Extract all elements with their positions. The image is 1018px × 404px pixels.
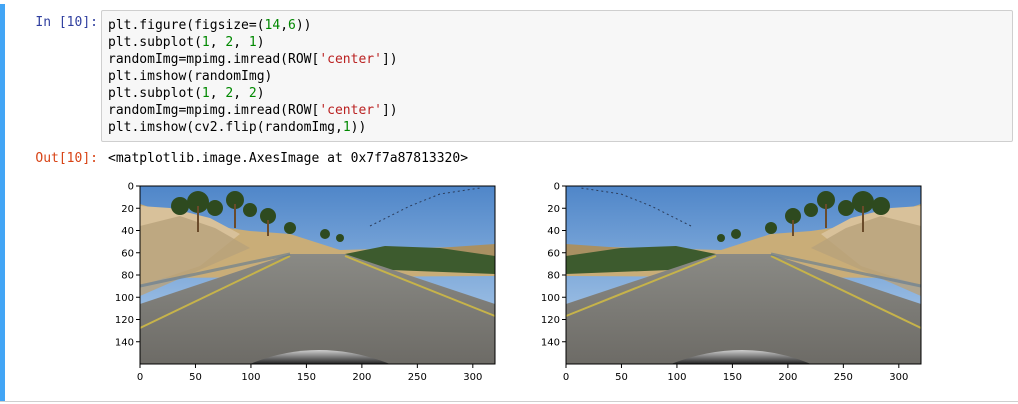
x-tick-label: 250 (408, 372, 427, 383)
code-text[interactable]: plt.figure(figsize=(14,6)) plt.subplot(1,… (108, 17, 398, 136)
y-tick-label: 80 (547, 271, 560, 282)
y-tick-label: 100 (115, 293, 134, 304)
code-line: randomImg=mpimg.imread(ROW['center']) (108, 103, 398, 118)
x-tick-label: 150 (723, 372, 742, 383)
y-tick-label: 80 (121, 271, 134, 282)
subplot-1: 0 50 100 150 200 250 300 0 20 40 60 80 100 120 140 (115, 182, 497, 383)
subplot-2: 0 50 100 150 200 250 300 0 20 40 60 80 100 120 140 (541, 182, 923, 383)
y-tick-label: 60 (547, 248, 560, 259)
input-prompt: In [10]: (35, 15, 98, 30)
y-tick-label: 100 (541, 293, 560, 304)
y-tick-label: 120 (115, 315, 134, 326)
code-line: plt.subplot(1, 2, 2) (108, 86, 265, 101)
x-tick-label: 150 (297, 372, 316, 383)
y-tick-label: 20 (121, 204, 134, 215)
x-tick-label: 200 (778, 372, 797, 383)
figure-canvas: 0 50 100 150 200 250 300020406080100120140 0 50… (115, 182, 923, 383)
cell-divider (0, 401, 1018, 402)
code-line: randomImg=mpimg.imread(ROW['center']) (108, 52, 398, 67)
y-tick-label: 60 (121, 248, 134, 259)
x-tick-label: 100 (241, 372, 260, 383)
matplotlib-figure: 0 50 100 150 200 250 300 0 20 40 60 80 100 120 140 0 50… (100, 174, 930, 392)
code-line: plt.imshow(cv2.flip(randomImg,1)) (108, 120, 367, 135)
y-tick-label: 40 (121, 226, 134, 237)
x-tick-label: 0 (137, 372, 143, 383)
y-tick-label: 0 (128, 182, 134, 193)
x-tick-label: 50 (615, 372, 628, 383)
y-tick-label: 140 (115, 337, 134, 348)
x-tick-label: 250 (834, 372, 853, 383)
x-tick-label: 300 (463, 372, 482, 383)
y-tick-label: 120 (541, 315, 560, 326)
x-tick-label: 100 (667, 372, 686, 383)
x-tick-label: 0 (563, 372, 569, 383)
code-line: plt.subplot(1, 2, 1) (108, 35, 265, 50)
output-prompt: Out[10]: (35, 151, 98, 166)
x-tick-label: 200 (352, 372, 371, 383)
code-line: plt.figure(figsize=(14,6)) (108, 18, 312, 33)
y-tick-label: 140 (541, 337, 560, 348)
y-tick-label: 40 (547, 226, 560, 237)
x-tick-label: 50 (189, 372, 202, 383)
y-tick-label: 20 (547, 204, 560, 215)
subplot-image (138, 184, 497, 366)
x-tick-label: 300 (889, 372, 908, 383)
y-tick-label: 0 (554, 182, 560, 193)
output-text: <matplotlib.image.AxesImage at 0x7f7a878… (108, 151, 469, 166)
code-line: plt.imshow(randomImg) (108, 69, 273, 84)
subplot-image (564, 184, 923, 366)
